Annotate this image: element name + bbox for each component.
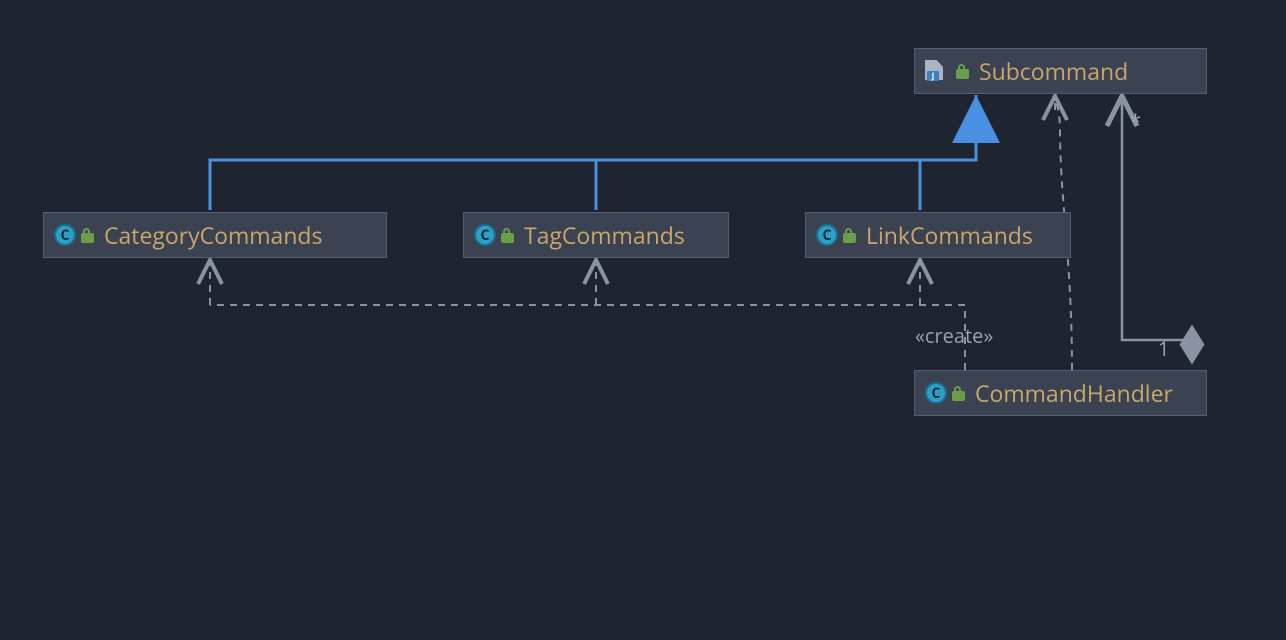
multiplicity-part: * <box>1130 108 1141 135</box>
lock-icon <box>956 64 969 79</box>
lock-icon <box>501 228 514 243</box>
node-label: LinkCommands <box>866 219 1033 251</box>
java-file-icon: J <box>925 60 949 82</box>
edge-realization-link <box>596 160 920 210</box>
node-command-handler[interactable]: C CommandHandler <box>914 370 1207 416</box>
edge-aggregation <box>1122 96 1192 362</box>
connectors-layer <box>0 0 1286 640</box>
lock-icon <box>843 228 856 243</box>
edge-create-trunk <box>210 305 965 370</box>
class-icon: C <box>474 224 496 246</box>
multiplicity-whole: 1 <box>1158 335 1169 362</box>
node-label: TagCommands <box>524 219 685 251</box>
node-label: Subcommand <box>979 55 1128 87</box>
lock-icon <box>952 386 965 401</box>
node-label: CategoryCommands <box>104 219 322 251</box>
class-icon: C <box>816 224 838 246</box>
edge-realization-category <box>210 160 550 210</box>
lock-icon <box>81 228 94 243</box>
node-subcommand[interactable]: J Subcommand <box>914 48 1207 94</box>
class-icon: C <box>54 224 76 246</box>
edge-realization-tag <box>550 160 596 210</box>
node-category-commands[interactable]: C CategoryCommands <box>43 212 387 258</box>
node-link-commands[interactable]: C LinkCommands <box>805 212 1071 258</box>
node-tag-commands[interactable]: C TagCommands <box>463 212 729 258</box>
uml-canvas: J Subcommand C CategoryCommands C TagCom… <box>0 0 1286 640</box>
node-label: CommandHandler <box>975 377 1173 409</box>
edge-realization-trunk <box>596 95 976 160</box>
class-icon: C <box>925 382 947 404</box>
stereotype-create: «create» <box>915 322 993 349</box>
